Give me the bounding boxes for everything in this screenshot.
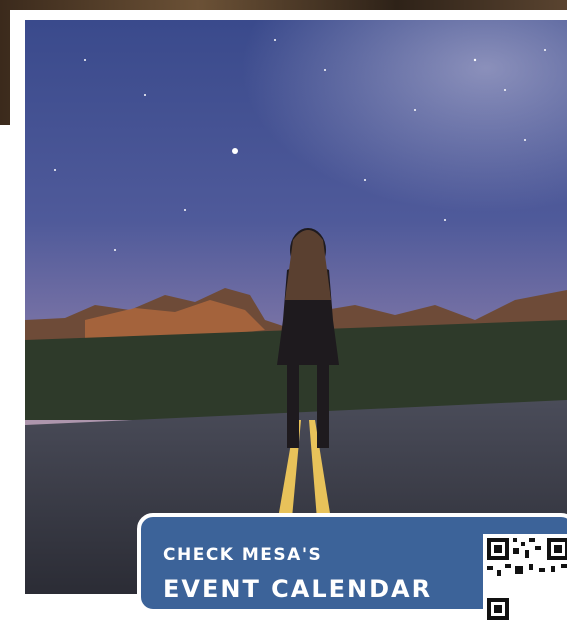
night-sky-road-photo bbox=[25, 20, 567, 594]
cta-title: EVENT CALENDAR bbox=[163, 575, 433, 603]
qr-code-icon[interactable] bbox=[483, 534, 567, 624]
event-calendar-card[interactable]: CHECK MESA'S EVENT CALENDAR bbox=[137, 513, 567, 624]
cta-eyebrow: CHECK MESA'S bbox=[163, 545, 323, 565]
